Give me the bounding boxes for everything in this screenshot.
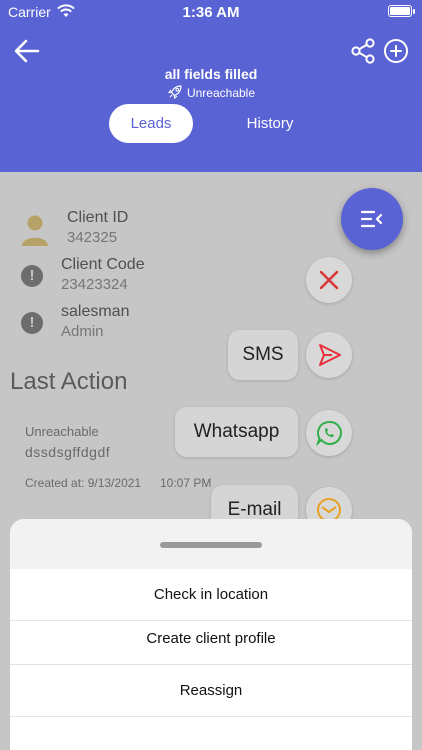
- alert-icon: !: [21, 265, 43, 287]
- add-circle-icon[interactable]: [383, 38, 409, 64]
- reassign-option[interactable]: Reassign: [10, 665, 412, 717]
- rocket-icon: [167, 85, 182, 100]
- whatsapp-dial-button[interactable]: [306, 410, 352, 456]
- last-action-date: Created at: 9/13/2021: [25, 476, 142, 490]
- menu-collapse-icon: [360, 210, 383, 228]
- last-action-note: dssdsgffdgdf: [25, 444, 111, 460]
- client-code-label: Client Code: [61, 256, 145, 273]
- last-action-time: 10:07 PM: [160, 476, 212, 490]
- last-action-status: Unreachable: [25, 424, 99, 439]
- page-title: all fields filled: [164, 66, 258, 82]
- sms-label-button[interactable]: SMS: [228, 330, 298, 380]
- status-subtitle: Unreachable: [0, 84, 422, 100]
- create-client-profile-option[interactable]: Create client profile: [10, 613, 412, 665]
- whatsapp-label-button[interactable]: Whatsapp: [175, 407, 298, 457]
- app-header: Carrier 1:36 AM all fields filled Unreac…: [0, 0, 422, 172]
- action-bottom-sheet: Check in location Create client profile …: [10, 519, 412, 750]
- battery-icon: [388, 5, 412, 17]
- client-id-value: 342325: [67, 229, 118, 246]
- close-dial-button[interactable]: [306, 257, 352, 303]
- drag-handle[interactable]: [160, 542, 262, 548]
- sms-dial-button[interactable]: [306, 332, 352, 378]
- last-action-heading: Last Action: [10, 368, 128, 395]
- whatsapp-icon: [315, 420, 342, 447]
- salesman-value: Admin: [61, 323, 104, 340]
- subtitle-text: Unreachable: [186, 86, 256, 100]
- client-id-label: Client ID: [67, 209, 129, 226]
- tab-history[interactable]: History: [228, 104, 312, 143]
- status-bar: Carrier 1:36 AM: [0, 0, 422, 24]
- tab-leads[interactable]: Leads: [109, 104, 193, 143]
- back-arrow-icon[interactable]: [12, 36, 42, 66]
- close-icon: [319, 270, 339, 290]
- sheet-header: [10, 519, 412, 569]
- salesman-label: salesman: [61, 303, 130, 320]
- client-avatar-icon: [22, 215, 48, 246]
- client-code-value: 23423324: [61, 276, 128, 293]
- clock: 1:36 AM: [182, 4, 240, 21]
- share-icon[interactable]: [350, 38, 376, 64]
- alert-icon: !: [21, 312, 43, 334]
- send-icon: [319, 344, 341, 366]
- speed-dial-toggle-button[interactable]: [341, 188, 403, 250]
- battery-tip: [413, 9, 415, 14]
